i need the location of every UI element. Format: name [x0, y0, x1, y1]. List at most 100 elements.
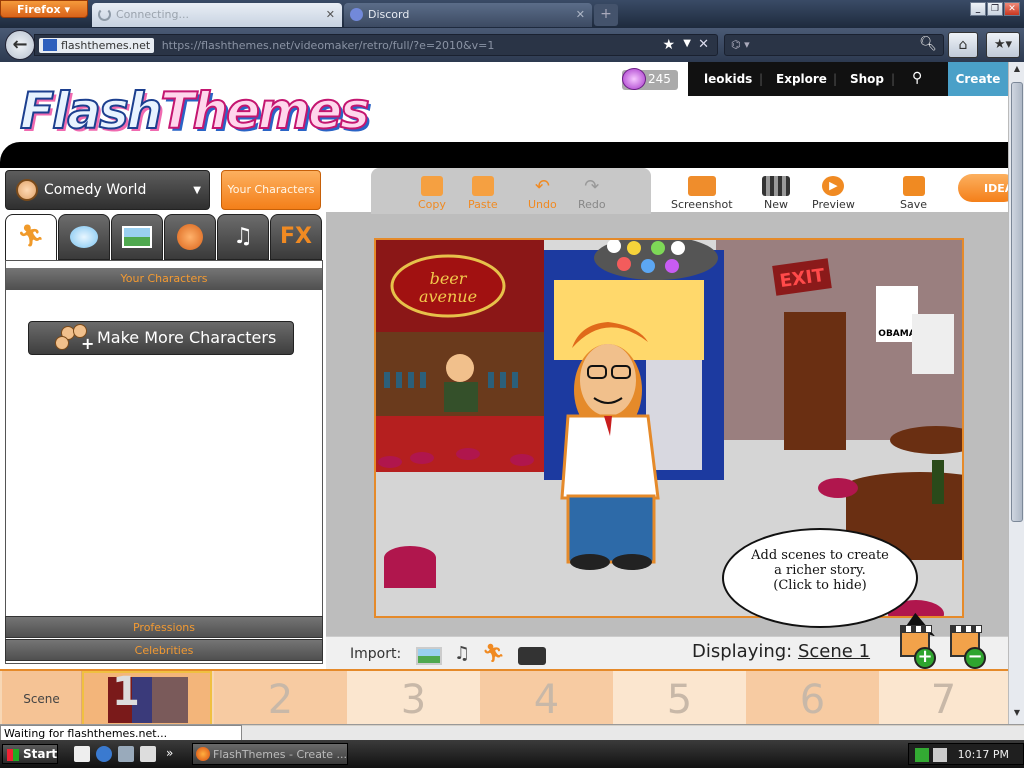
- import-video-icon[interactable]: [518, 647, 546, 665]
- redo-button[interactable]: ↷ Redo: [578, 176, 606, 211]
- copy-button[interactable]: Copy: [418, 176, 446, 211]
- timeline-label: Scene: [2, 671, 82, 724]
- timeline-slot[interactable]: 2: [214, 671, 347, 724]
- plus-icon: +: [914, 647, 936, 669]
- clock[interactable]: 10:17 PM: [958, 748, 1009, 761]
- theme-select[interactable]: Comedy World ▼: [5, 170, 210, 210]
- nav-user[interactable]: leokids: [704, 72, 752, 86]
- home-button[interactable]: ⌂: [948, 32, 978, 58]
- back-button[interactable]: ←: [5, 30, 35, 60]
- url-text[interactable]: https://flashthemes.net/videomaker/retro…: [162, 39, 495, 52]
- minus-icon: −: [964, 647, 986, 669]
- bookmarks-button[interactable]: ★▾: [986, 32, 1020, 58]
- ideas-button[interactable]: IDEAS: [958, 174, 1008, 202]
- timeline-slot[interactable]: 5: [613, 671, 746, 724]
- coin-balance: 245: [622, 68, 678, 90]
- nav-separator: |: [833, 72, 838, 86]
- background-image-icon: [122, 226, 152, 248]
- remove-scene-button[interactable]: −: [946, 623, 988, 669]
- scene-thumbnail-1[interactable]: 1: [82, 669, 212, 724]
- screenshot-button[interactable]: Screenshot: [671, 176, 733, 211]
- tab-fx[interactable]: FX: [270, 214, 322, 260]
- horizontal-scrollbar[interactable]: [242, 726, 1024, 740]
- timeline-slot[interactable]: 4: [480, 671, 613, 724]
- tab-backgrounds[interactable]: [111, 214, 163, 260]
- celebrities-section[interactable]: Celebrities: [5, 639, 323, 661]
- site-identity[interactable]: flashthemes.net: [39, 38, 155, 53]
- flashthemes-logo[interactable]: FlashThemes: [19, 81, 371, 141]
- close-window-button[interactable]: ✕: [1004, 2, 1020, 16]
- library-header[interactable]: Your Characters: [6, 268, 322, 290]
- volume-icon[interactable]: [933, 748, 947, 762]
- import-sound-icon[interactable]: ♫: [454, 643, 470, 665]
- add-scene-button[interactable]: +: [896, 623, 938, 669]
- nav-explore[interactable]: Explore: [776, 72, 827, 86]
- tab-title: Connecting...: [116, 8, 189, 21]
- tab-bubbles[interactable]: [58, 214, 110, 260]
- desktop-icon[interactable]: [74, 746, 90, 762]
- firefox-menu-button[interactable]: Firefox ▾: [0, 0, 88, 18]
- undo-button[interactable]: ↶ Undo: [528, 176, 557, 211]
- tab-sounds[interactable]: ♫: [217, 214, 269, 260]
- search-input[interactable]: ⌬ ▾ 🔍︎: [724, 34, 944, 56]
- home-icon: ⌂: [958, 37, 968, 53]
- taskbar-firefox-window[interactable]: FlashThemes - Create ...: [192, 743, 348, 765]
- url-bar[interactable]: flashthemes.net https://flashthemes.net/…: [34, 34, 718, 56]
- tab-discord[interactable]: Discord ✕: [344, 3, 592, 27]
- scroll-thumb[interactable]: [1011, 82, 1023, 522]
- search-engine-icon: ⌬ ▾: [731, 38, 750, 51]
- paste-button[interactable]: Paste: [468, 176, 498, 211]
- gem-icon: [622, 68, 646, 90]
- bookmark-star-icon[interactable]: ★: [662, 37, 675, 53]
- current-scene-link[interactable]: Scene 1: [798, 641, 870, 662]
- plus-icon: +: [81, 334, 95, 353]
- edit-toolbar: [371, 168, 651, 214]
- make-more-characters-button[interactable]: + Make More Characters: [28, 321, 294, 355]
- tray-app-icon[interactable]: [915, 748, 929, 762]
- scroll-down-icon[interactable]: ▼: [1011, 708, 1023, 722]
- tab-connecting[interactable]: Connecting... ✕: [92, 3, 342, 27]
- nav-create-button[interactable]: Create: [948, 62, 1008, 96]
- scroll-up-icon[interactable]: ▲: [1011, 64, 1023, 78]
- bar-sign-text-2: avenue: [419, 287, 477, 306]
- import-character-icon[interactable]: 🏃︎: [482, 643, 505, 665]
- nav-shop[interactable]: Shop: [850, 72, 884, 86]
- chair: [818, 478, 858, 498]
- timeline-slot[interactable]: 7: [879, 671, 1008, 724]
- category-tabs: 🏃︎ ♫ FX: [5, 214, 323, 260]
- url-dropdown-icon[interactable]: ▼: [683, 38, 691, 49]
- professions-section[interactable]: Professions: [5, 616, 323, 638]
- tab-characters[interactable]: 🏃︎: [5, 214, 57, 260]
- preview-button[interactable]: ▶ Preview: [812, 176, 855, 211]
- page-vertical-scrollbar[interactable]: ▲ ▼: [1008, 62, 1024, 724]
- redo-icon: ↷: [584, 176, 600, 197]
- exit-door: [784, 312, 846, 450]
- camera-icon: [687, 176, 716, 196]
- windows-taskbar: Start » FlashThemes - Create ... 10:17 P…: [0, 740, 1024, 768]
- minimize-button[interactable]: _: [970, 2, 986, 16]
- timeline-slot[interactable]: 6: [746, 671, 879, 724]
- your-characters-button[interactable]: Your Characters: [221, 170, 321, 210]
- stop-icon[interactable]: ✕: [698, 37, 709, 52]
- bartender-body: [444, 382, 478, 412]
- status-bar: Waiting for flashthemes.net...: [0, 724, 1024, 741]
- search-icon[interactable]: 🔍︎: [919, 36, 937, 52]
- import-background-icon[interactable]: [416, 647, 442, 665]
- add-scenes-hint-bubble[interactable]: Add scenes to create a richer story. (Cl…: [722, 528, 940, 644]
- explorer-icon[interactable]: [118, 746, 134, 762]
- tab-props[interactable]: [164, 214, 216, 260]
- ie-icon[interactable]: [96, 746, 112, 762]
- nav-search-icon[interactable]: ⚲: [912, 70, 922, 86]
- maximize-button[interactable]: ❐: [987, 2, 1003, 16]
- start-button[interactable]: Start: [2, 744, 58, 764]
- tab-close-icon[interactable]: ✕: [576, 8, 585, 21]
- timeline-slot[interactable]: 3: [347, 671, 480, 724]
- new-button[interactable]: New: [762, 176, 790, 211]
- app-icon[interactable]: [140, 746, 156, 762]
- tab-close-icon[interactable]: ✕: [326, 8, 335, 21]
- more-quicklaunch-icon[interactable]: »: [166, 746, 182, 762]
- new-tab-button[interactable]: +: [594, 4, 618, 26]
- save-button[interactable]: Save: [900, 176, 927, 211]
- site-top-nav: leokids | Explore | Shop | ⚲ Create: [688, 62, 1008, 96]
- bookmarks-icon: ★▾: [993, 37, 1013, 52]
